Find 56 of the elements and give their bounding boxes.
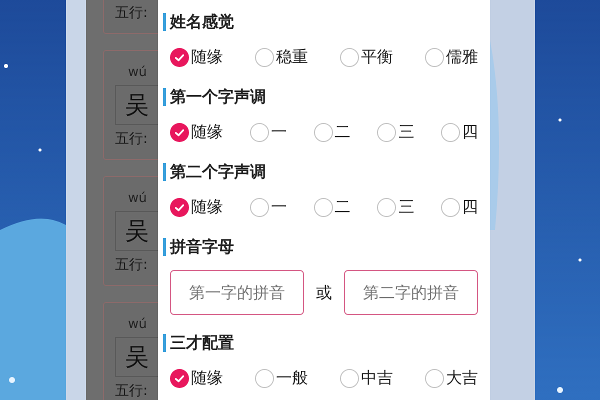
radio-label[interactable]: 随缘	[191, 195, 223, 219]
section-title: 姓名感觉	[170, 11, 234, 33]
radio-label[interactable]: 平衡	[361, 45, 393, 69]
radio-icon[interactable]	[255, 368, 274, 388]
radio-icon[interactable]	[425, 48, 444, 66]
radio-icon[interactable]	[255, 48, 274, 66]
section-marker	[163, 334, 166, 352]
radio-label[interactable]: 一般	[276, 366, 308, 390]
section-title: 第一个字声调	[170, 86, 266, 108]
section-title: 第二个字声调	[170, 161, 266, 183]
radio-label[interactable]: 四	[462, 120, 478, 144]
checked-radio-icon[interactable]	[170, 368, 189, 388]
radio-label[interactable]: 三	[398, 195, 414, 219]
wuxing-label: 五行:	[115, 130, 148, 149]
section-marker	[163, 163, 166, 181]
radio-icon[interactable]	[377, 198, 396, 216]
wuxing-label: 五行:	[115, 256, 148, 275]
radio-icon[interactable]	[250, 122, 269, 142]
checked-radio-icon[interactable]	[170, 122, 189, 142]
radio-label[interactable]: 随缘	[191, 45, 223, 69]
radio-label[interactable]: 二	[334, 120, 350, 144]
radio-label[interactable]: 儒雅	[446, 45, 478, 69]
radio-icon[interactable]	[425, 368, 444, 388]
section-title: 三才配置	[170, 332, 234, 354]
radio-label[interactable]: 大吉	[446, 366, 478, 390]
section-marker	[163, 238, 166, 256]
radio-label[interactable]: 三	[398, 120, 414, 144]
radio-icon[interactable]	[250, 198, 269, 216]
radio-label[interactable]: 一	[270, 120, 287, 144]
radio-label[interactable]: 随缘	[191, 366, 223, 390]
radio-label[interactable]: 随缘	[191, 120, 223, 144]
pinyin-text: wú	[128, 317, 147, 333]
pinyin-text: wú	[128, 191, 147, 207]
wuxing-label: 五行:	[115, 4, 148, 23]
checked-radio-icon[interactable]	[170, 48, 189, 66]
radio-icon[interactable]	[314, 122, 332, 142]
checked-radio-icon[interactable]	[170, 198, 189, 216]
wuxing-label: 五行:	[115, 382, 148, 400]
radio-icon[interactable]	[340, 48, 359, 66]
radio-label[interactable]: 四	[462, 195, 478, 219]
or-text: 或	[315, 282, 333, 304]
section-marker	[163, 13, 166, 31]
radio-icon[interactable]	[441, 198, 460, 216]
radio-icon[interactable]	[441, 122, 460, 142]
pinyin-text: wú	[128, 65, 147, 81]
radio-icon[interactable]	[314, 198, 332, 216]
radio-icon[interactable]	[340, 368, 359, 388]
radio-label[interactable]: 二	[334, 195, 350, 219]
pinyin-input-field[interactable]: 第二字的拼音	[344, 270, 478, 315]
radio-label[interactable]: 一	[270, 195, 287, 219]
pinyin-input-field[interactable]: 第一字的拼音	[170, 270, 304, 315]
section-title: 拼音字母	[170, 236, 234, 258]
radio-label[interactable]: 中吉	[361, 366, 393, 390]
section-marker	[163, 88, 166, 106]
radio-label[interactable]: 稳重	[276, 45, 308, 69]
radio-icon[interactable]	[377, 122, 396, 142]
